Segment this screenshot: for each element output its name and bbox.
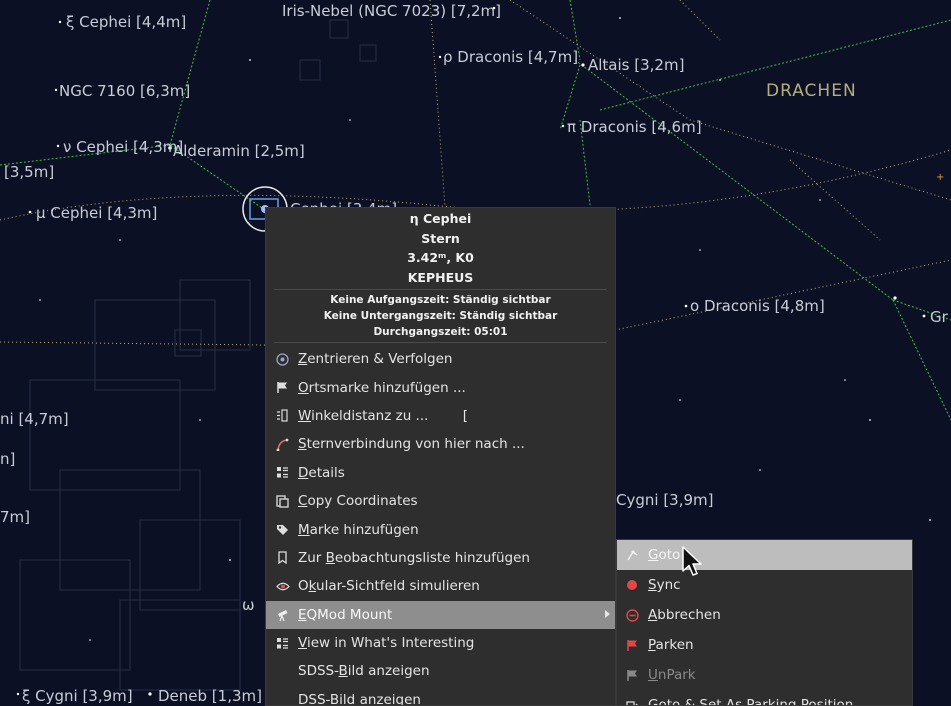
object-info: η Cephei Stern 3.42ᵐ, K0 KEPHEUS bbox=[266, 208, 615, 287]
eqmod-submenu: Goto Sync Abbrechen Parken UnPark Goto &… bbox=[616, 539, 913, 706]
curve-icon bbox=[275, 437, 290, 452]
submenu-item-goto-set-parking[interactable]: Goto & Set As Parking Position bbox=[617, 690, 912, 705]
star-label: Alderamin [2,5m] bbox=[173, 142, 305, 160]
target-icon bbox=[275, 352, 290, 367]
svg-text:+: + bbox=[936, 172, 944, 183]
submenu-item-unpark[interactable]: UnPark bbox=[617, 660, 912, 690]
separator bbox=[274, 342, 607, 343]
separator bbox=[274, 289, 607, 290]
rise-time: Keine Aufgangszeit: Ständig sichtbar bbox=[330, 294, 551, 306]
tag-icon bbox=[275, 522, 290, 537]
set-time: Keine Untergangszeit: Ständig sichtbar bbox=[323, 310, 558, 322]
abort-icon bbox=[625, 608, 639, 622]
star-label: π Draconis [4,6m] bbox=[567, 118, 702, 136]
context-menu: η Cephei Stern 3.42ᵐ, K0 KEPHEUS Keine A… bbox=[265, 207, 616, 706]
star-label: [3,5m] bbox=[4, 163, 55, 181]
menu-item-eqmod-mount[interactable]: EQMod Mount bbox=[266, 600, 615, 629]
menu-item-star-connection[interactable]: Sternverbindung von hier nach ... bbox=[266, 430, 615, 458]
star-label: ρ Draconis [4,7m] bbox=[443, 48, 579, 66]
star-label: Iris-Nebel (NGC 7023) [7,2m] bbox=[282, 2, 502, 20]
sync-dot-icon bbox=[625, 578, 639, 592]
goto-park-icon bbox=[625, 698, 639, 705]
menu-item-view-whats-interesting[interactable]: View in What's Interesting bbox=[266, 629, 615, 657]
park-flag-icon bbox=[625, 638, 639, 652]
menu-item-details[interactable]: Details bbox=[266, 459, 615, 487]
object-name: η Cephei bbox=[409, 211, 472, 226]
eye-icon bbox=[275, 579, 290, 594]
star-label: Cygni [3,9m] bbox=[616, 491, 714, 509]
star-label: Deneb [1,3m] bbox=[158, 687, 262, 705]
list-icon bbox=[275, 636, 290, 651]
bookmark-icon bbox=[275, 550, 290, 565]
details-icon bbox=[275, 465, 290, 480]
menu-item-angular-distance[interactable]: Winkeldistanz zu ... [ bbox=[266, 402, 615, 430]
star-label: ω bbox=[242, 596, 255, 614]
menu-item-add-to-observing-list[interactable]: Zur Beobachtungsliste hinzufügen bbox=[266, 544, 615, 572]
flag-icon bbox=[275, 380, 290, 395]
star-label: Altais [3,2m] bbox=[588, 56, 685, 74]
copy-icon bbox=[275, 494, 290, 509]
star-label: ni [4,7m] bbox=[0, 410, 69, 428]
unpark-flag-icon bbox=[625, 668, 639, 682]
star-label: ξ Cephei [4,4m] bbox=[66, 13, 187, 31]
star-label: μ Cephei [4,3m] bbox=[36, 204, 158, 222]
submenu-arrow-icon bbox=[605, 609, 610, 618]
menu-item-copy-coordinates[interactable]: Copy Coordinates bbox=[266, 487, 615, 515]
object-times: Keine Aufgangszeit: Ständig sichtbar Kei… bbox=[266, 292, 615, 340]
menu-item-sdss-image[interactable]: SDSS-Bild anzeigen bbox=[266, 657, 615, 685]
star-label: ν Cephei [4,3m] bbox=[63, 138, 184, 156]
menu-item-center-track[interactable]: Zentrieren & Verfolgen bbox=[266, 345, 615, 373]
menu-item-dss-image[interactable]: DSS-Bild anzeigen bbox=[266, 686, 615, 705]
constellation-label: DRACHEN bbox=[766, 81, 857, 101]
object-constellation: KEPHEUS bbox=[407, 269, 474, 285]
goto-icon bbox=[625, 548, 639, 562]
star-label: Gr bbox=[930, 308, 948, 326]
object-magnitude: 3.42ᵐ, K0 bbox=[407, 250, 474, 265]
menu-item-add-mark[interactable]: Marke hinzufügen bbox=[266, 515, 615, 543]
telescope-icon bbox=[275, 607, 290, 622]
star-label: 7m] bbox=[0, 508, 31, 526]
submenu-item-sync[interactable]: Sync bbox=[617, 570, 912, 600]
submenu-item-goto[interactable]: Goto bbox=[617, 540, 912, 570]
menu-item-add-location-mark[interactable]: Ortsmarke hinzufügen ... bbox=[266, 373, 615, 401]
object-type: Stern bbox=[421, 230, 460, 246]
star-label: ο Draconis [4,8m] bbox=[690, 297, 825, 315]
star-label: NGC 7160 [6,3m] bbox=[59, 82, 191, 100]
menu-item-simulate-eyepiece[interactable]: Okular-Sichtfeld simulieren bbox=[266, 572, 615, 600]
mouse-cursor-icon bbox=[682, 546, 702, 576]
star-label: n] bbox=[0, 450, 16, 468]
transit-time: Durchgangszeit: 05:01 bbox=[373, 326, 508, 338]
ruler-icon bbox=[275, 408, 290, 423]
submenu-item-abort[interactable]: Abbrechen bbox=[617, 600, 912, 630]
submenu-item-park[interactable]: Parken bbox=[617, 630, 912, 660]
star-label: ξ Cygni [3,9m] bbox=[22, 687, 133, 705]
